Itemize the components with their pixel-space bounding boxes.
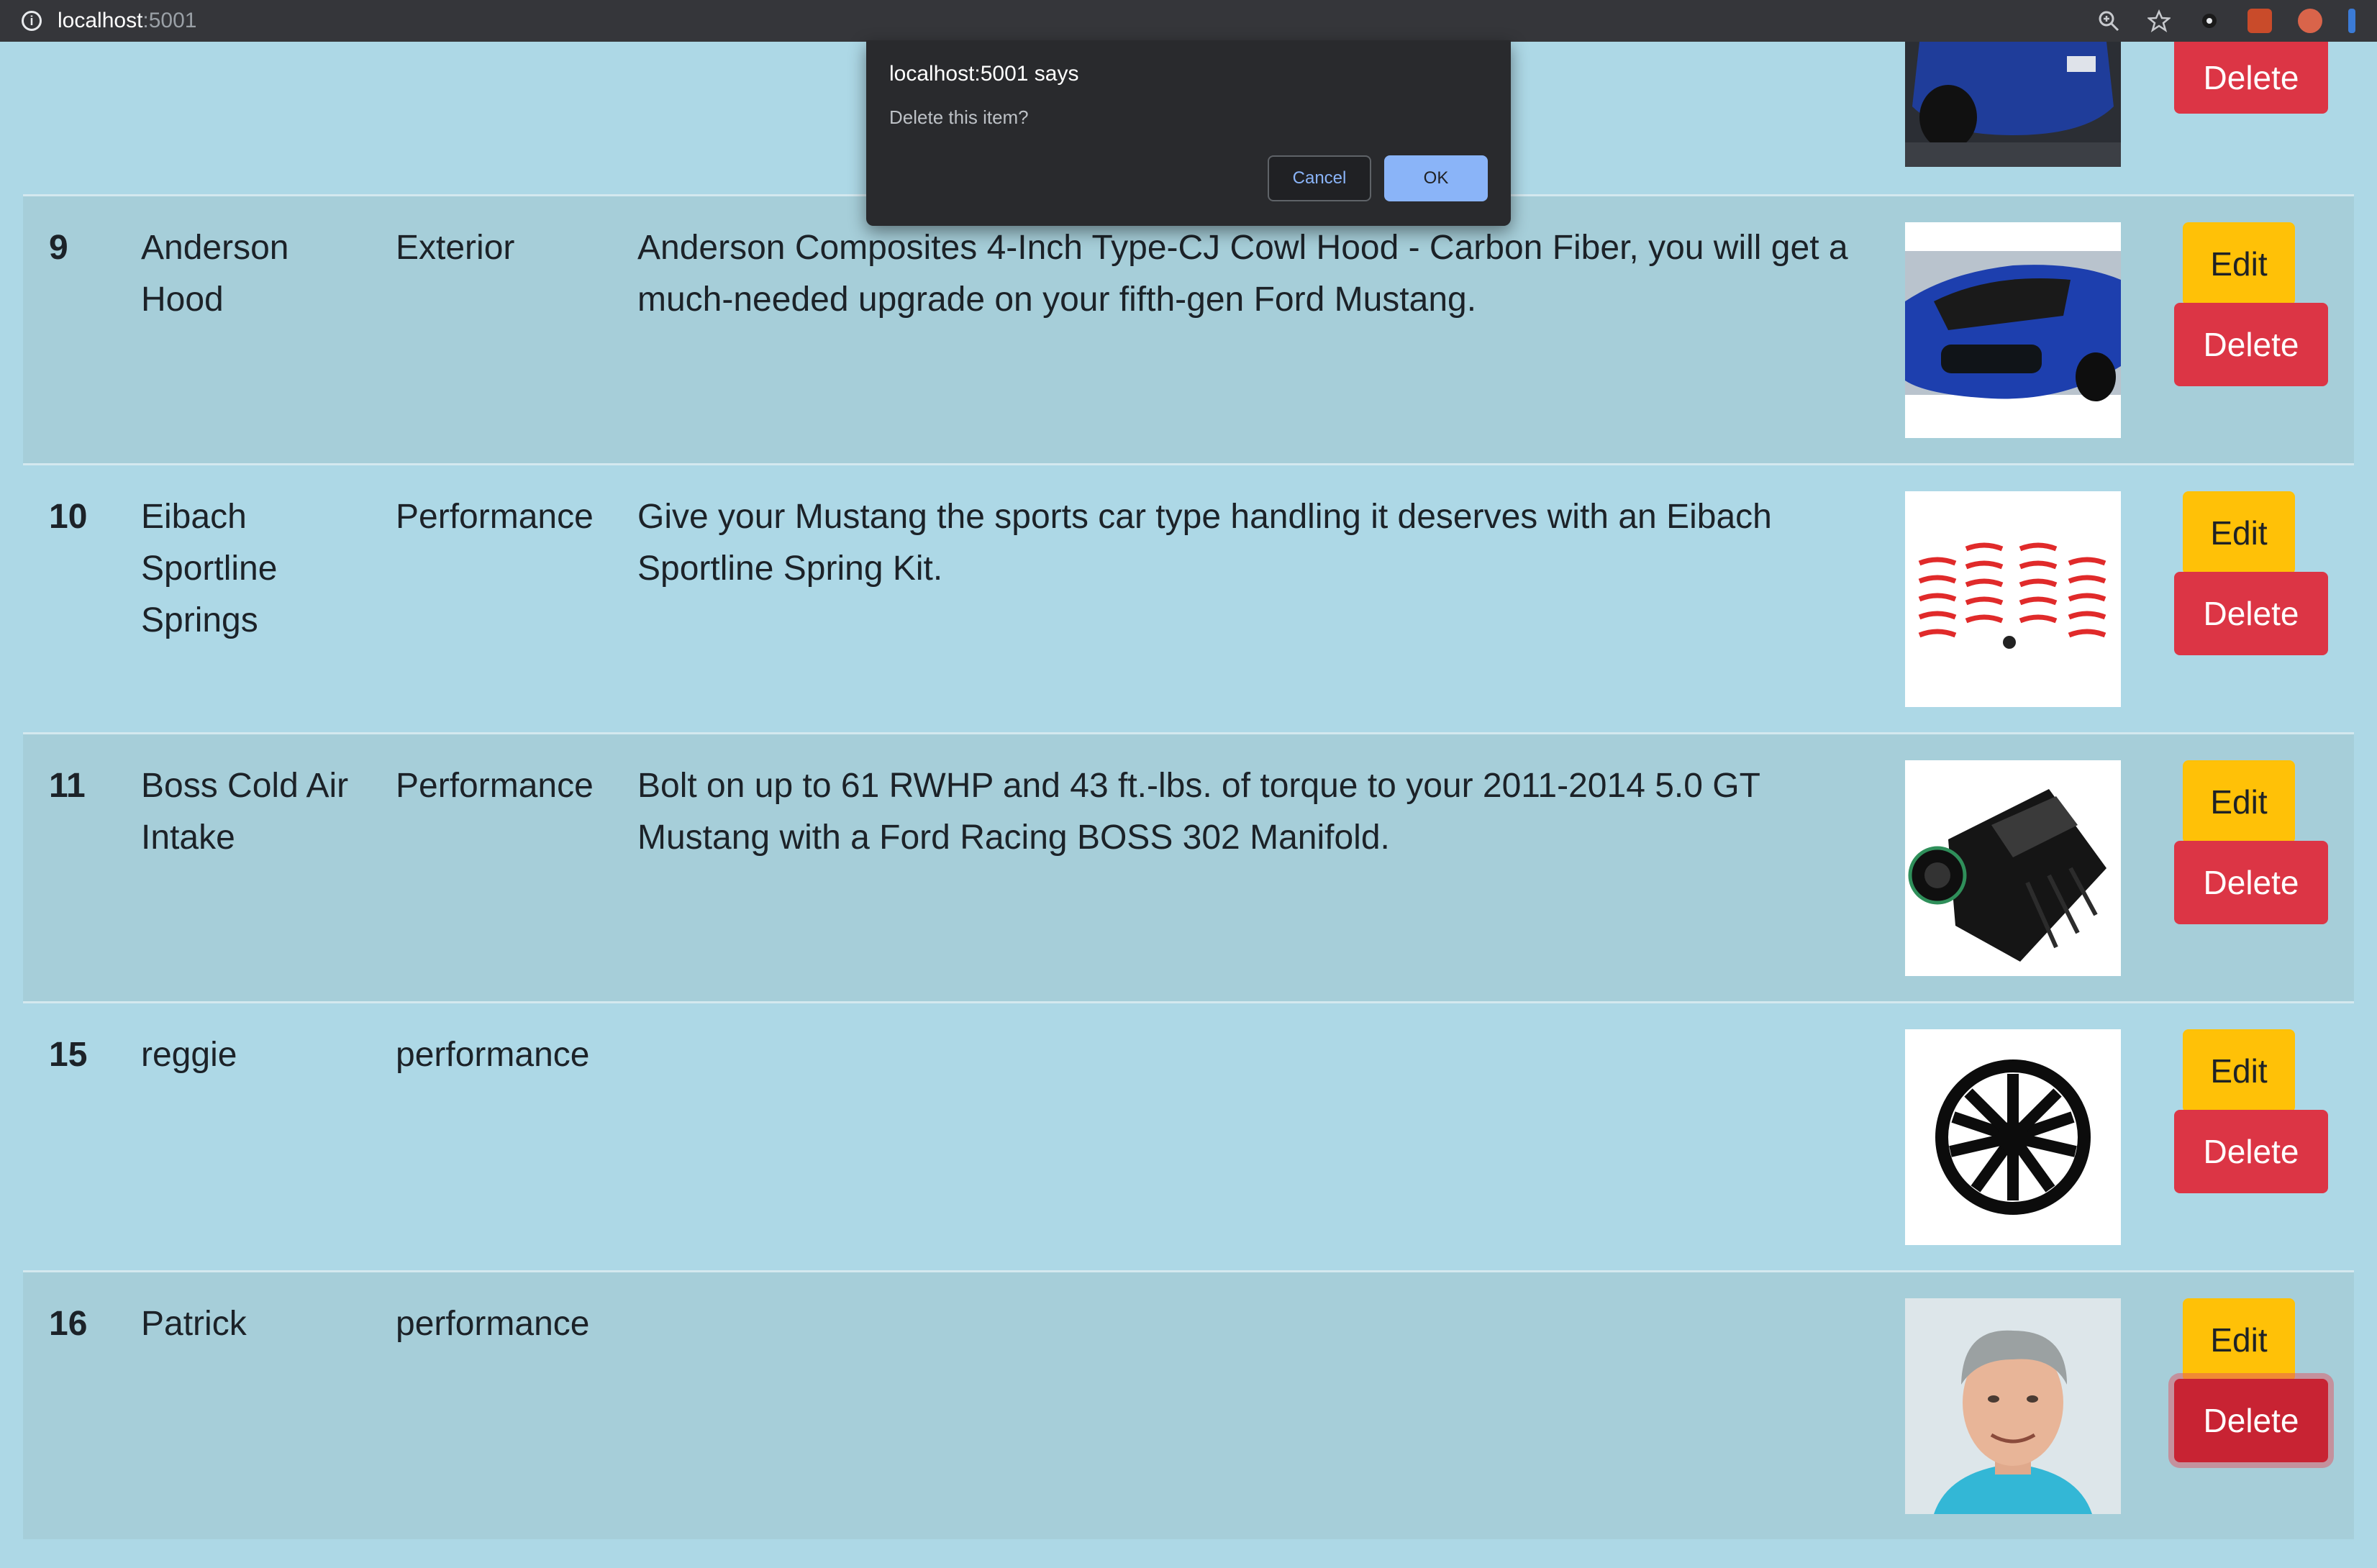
star-icon[interactable] xyxy=(2147,9,2171,33)
table-row: 15 reggie performance Edit Delete xyxy=(23,1001,2354,1270)
red-springs-photo xyxy=(1905,491,2121,707)
row-category: performance xyxy=(396,1305,590,1343)
table-row: 9 Anderson Hood Exterior Anderson Compos… xyxy=(23,194,2354,463)
edit-button[interactable]: Edit xyxy=(2183,1029,2295,1113)
row-description: Anderson Composites 4-Inch Type-CJ Cowl … xyxy=(637,229,1848,319)
table-row: 16 Patrick performance Edit Delete xyxy=(23,1270,2354,1539)
row-id: 11 xyxy=(49,767,86,805)
edit-button[interactable]: Edit xyxy=(2183,491,2295,575)
row-category: Performance xyxy=(396,498,594,536)
row-name: reggie xyxy=(141,1036,237,1074)
url-port: :5001 xyxy=(142,9,197,32)
row-id: 16 xyxy=(49,1305,88,1343)
row-id: 10 xyxy=(49,498,88,536)
dialog-title: localhost:5001 says xyxy=(889,62,1079,86)
row-id: 15 xyxy=(49,1036,88,1074)
table-row: 11 Boss Cold Air Intake Performance Bolt… xyxy=(23,732,2354,1001)
delete-button[interactable]: Delete xyxy=(2174,303,2328,386)
extension-icon[interactable] xyxy=(2197,9,2222,33)
intake-manifold-photo xyxy=(1905,760,2121,976)
row-name: Patrick xyxy=(141,1305,247,1343)
delete-button[interactable]: Delete xyxy=(2174,1110,2328,1193)
blue-car-rear-photo xyxy=(1905,42,2121,167)
row-category: Exterior xyxy=(396,229,515,267)
edit-button[interactable]: Edit xyxy=(2183,222,2295,306)
row-description: Give your Mustang the sports car type ha… xyxy=(637,498,1772,588)
delete-button[interactable]: Delete xyxy=(2174,1379,2328,1462)
row-name: Boss Cold Air Intake xyxy=(141,767,349,857)
dialog-message: Delete this item? xyxy=(889,106,1029,128)
delete-button[interactable]: Delete xyxy=(2174,42,2328,114)
row-id: 9 xyxy=(49,229,68,267)
confirm-dialog: localhost:5001 says Delete this item? Ca… xyxy=(866,40,1511,226)
row-description: Bolt on up to 61 RWHP and 43 ft.-lbs. of… xyxy=(637,767,1760,857)
row-name: Anderson Hood xyxy=(141,229,289,319)
zoom-icon[interactable] xyxy=(2096,9,2121,33)
delete-button[interactable]: Delete xyxy=(2174,841,2328,924)
blue-mustang-hood-photo xyxy=(1905,222,2121,438)
edit-button[interactable]: Edit xyxy=(2183,1298,2295,1382)
delete-button[interactable]: Delete xyxy=(2174,572,2328,655)
info-icon[interactable]: i xyxy=(22,11,42,31)
ok-button[interactable]: OK xyxy=(1384,155,1488,201)
row-category: performance xyxy=(396,1036,590,1074)
extension-icon[interactable] xyxy=(2348,9,2355,33)
cancel-button[interactable]: Cancel xyxy=(1268,155,1371,201)
table-row: 10 Eibach Sportline Springs Performance … xyxy=(23,463,2354,732)
row-name: Eibach Sportline Springs xyxy=(141,498,278,639)
black-wheel-photo xyxy=(1905,1029,2121,1245)
browser-toolbar: i localhost:5001 xyxy=(0,0,2377,42)
extension-icon[interactable] xyxy=(2298,9,2322,33)
extension-icon[interactable] xyxy=(2248,9,2272,33)
url-host: localhost xyxy=(58,9,143,32)
address-bar[interactable]: localhost:5001 xyxy=(58,9,196,33)
man-portrait-photo xyxy=(1905,1298,2121,1514)
toolbar-icons xyxy=(2096,0,2377,42)
row-category: Performance xyxy=(396,767,594,805)
edit-button[interactable]: Edit xyxy=(2183,760,2295,844)
